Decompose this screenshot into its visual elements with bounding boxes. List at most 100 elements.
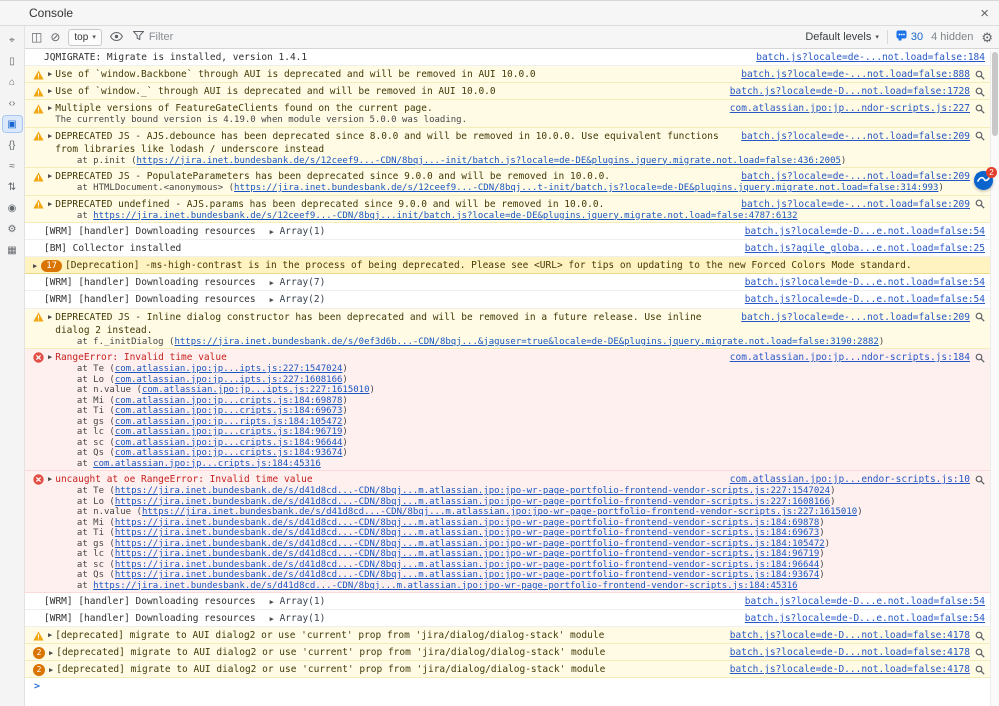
sidebar-network-icon[interactable]: ≈	[3, 158, 22, 174]
sidebar-performance-icon[interactable]: ⇅	[3, 179, 22, 195]
sidebar-console-icon[interactable]: ▣	[1, 115, 23, 133]
array-expander-icon[interactable]: ▶	[270, 615, 274, 623]
stack-trace-link[interactable]: com.atlassian.jpo:jp...cripts.js:184:967…	[115, 427, 343, 437]
search-icon[interactable]	[975, 475, 985, 485]
source-location-link[interactable]: batch.js?locale=de-D...e.not.load=false:…	[745, 596, 985, 607]
stack-trace-link[interactable]: com.atlassian.jpo:jp...cripts.js:184:453…	[93, 459, 321, 469]
console-sidebar-toggle-icon[interactable]: ◫	[31, 31, 42, 43]
stack-trace-link[interactable]: https://jira.inet.bundesbank.de/s/d41d8c…	[115, 549, 819, 559]
array-expander-icon[interactable]: ▶	[270, 598, 274, 606]
expander-icon[interactable]: ▶	[49, 648, 53, 659]
search-icon[interactable]	[975, 312, 985, 322]
expander-icon[interactable]: ▶	[48, 86, 52, 97]
stack-trace-link[interactable]: https://jira.inet.bundesbank.de/s/d41d8c…	[115, 497, 830, 507]
array-expander-icon[interactable]: ▶	[270, 228, 274, 236]
stack-trace-link[interactable]: https://jira.inet.bundesbank.de/s/0ef3d6…	[174, 337, 878, 347]
source-location-link[interactable]: batch.js?locale=de-D...not.load=false:17…	[730, 86, 970, 97]
sidebar-settings-icon[interactable]: ⚙	[3, 221, 22, 237]
array-expander-icon[interactable]: ▶	[270, 296, 274, 304]
stack-trace-link[interactable]: com.atlassian.jpo:jp...cripts.js:184:698…	[115, 396, 343, 406]
stack-trace-link[interactable]: com.atlassian.jpo:jp...ripts.js:184:1054…	[115, 417, 343, 427]
sidebar-sources-icon[interactable]: {}	[3, 137, 22, 153]
search-icon[interactable]	[975, 353, 985, 363]
array-preview[interactable]: Array(7)	[280, 277, 326, 288]
stack-trace-link[interactable]: https://jira.inet.bundesbank.de/s/12ceef…	[234, 183, 938, 193]
stack-trace-link[interactable]: com.atlassian.jpo:jp...cripts.js:184:696…	[115, 406, 343, 416]
stack-trace-link[interactable]: https://jira.inet.bundesbank.de/s/d41d8c…	[142, 507, 857, 517]
stack-trace-link[interactable]: https://jira.inet.bundesbank.de/s/d41d8c…	[115, 539, 825, 549]
source-location-link[interactable]: batch.js?locale=de-D...not.load=false:41…	[730, 647, 970, 658]
source-location-link[interactable]: com.atlassian.jpo:jp...ndor-scripts.js:2…	[730, 103, 970, 114]
source-location-link[interactable]: batch.js?agile_globa...e.not.load=false:…	[745, 243, 985, 254]
expander-icon[interactable]: ▶	[33, 261, 37, 272]
expander-icon[interactable]: ▶	[49, 665, 53, 676]
stack-trace-link[interactable]: com.atlassian.jpo:jp...cripts.js:184:936…	[115, 448, 343, 458]
sidebar-elements-icon[interactable]: ‹›	[3, 95, 22, 111]
array-preview[interactable]: Array(2)	[280, 294, 326, 305]
javascript-context-selector[interactable]: top ▾	[68, 28, 102, 46]
array-preview[interactable]: Array(1)	[280, 613, 326, 624]
source-location-link[interactable]: batch.js?locale=de-...not.load=false:209	[741, 131, 970, 142]
array-expander-icon[interactable]: ▶	[270, 279, 274, 287]
source-location-link[interactable]: batch.js?locale=de-...not.load=false:888	[741, 69, 970, 80]
sidebar-inspect-icon[interactable]: ⌖	[3, 32, 22, 48]
expander-icon[interactable]: ▶	[48, 171, 52, 182]
notification-widget[interactable]: 2	[974, 167, 997, 190]
stack-trace-link[interactable]: com.atlassian.jpo:jp...cripts.js:184:966…	[115, 438, 343, 448]
search-icon[interactable]	[975, 131, 985, 141]
source-location-link[interactable]: com.atlassian.jpo:jp...ndor-scripts.js:1…	[730, 352, 970, 363]
expander-icon[interactable]: ▶	[48, 131, 52, 142]
close-icon[interactable]: ×	[980, 6, 989, 21]
source-location-link[interactable]: com.atlassian.jpo:jp...endor-scripts.js:…	[730, 474, 970, 485]
search-icon[interactable]	[975, 70, 985, 80]
live-expression-eye-icon[interactable]	[109, 31, 123, 43]
stack-trace-link[interactable]: https://jira.inet.bundesbank.de/s/d41d8c…	[115, 528, 819, 538]
search-icon[interactable]	[975, 104, 985, 114]
filter-input[interactable]	[148, 31, 319, 43]
search-icon[interactable]	[975, 631, 985, 641]
stack-trace-link[interactable]: https://jira.inet.bundesbank.de/s/d41d8c…	[115, 560, 819, 570]
vertical-scrollbar[interactable]	[990, 50, 999, 706]
source-location-link[interactable]: batch.js?locale=de-...not.load=false:184	[756, 52, 985, 63]
sidebar-memory-icon[interactable]: ◉	[3, 200, 22, 216]
clear-console-icon[interactable]: ⊘	[50, 31, 60, 43]
source-location-link[interactable]: batch.js?locale=de-D...not.load=false:41…	[730, 630, 970, 641]
stack-trace-link[interactable]: https://jira.inet.bundesbank.de/s/d41d8c…	[115, 570, 819, 580]
array-preview[interactable]: Array(1)	[280, 226, 326, 237]
expander-icon[interactable]: ▶	[48, 103, 52, 114]
source-location-link[interactable]: batch.js?locale=de-D...e.not.load=false:…	[745, 613, 985, 624]
expander-icon[interactable]: ▶	[48, 352, 52, 363]
stack-trace-link[interactable]: com.atlassian.jpo:jp...ipts.js:227:16150…	[142, 385, 370, 395]
expander-icon[interactable]: ▶	[48, 474, 52, 485]
search-icon[interactable]	[975, 648, 985, 658]
stack-trace-link[interactable]: https://jira.inet.bundesbank.de/s/d41d8c…	[115, 518, 819, 528]
source-location-link[interactable]: batch.js?locale=de-D...e.not.load=false:…	[745, 277, 985, 288]
stack-trace-link[interactable]: com.atlassian.jpo:jp...ipts.js:227:16081…	[115, 375, 343, 385]
stack-trace-link[interactable]: https://jira.inet.bundesbank.de/s/d41d8c…	[93, 581, 797, 591]
source-location-link[interactable]: batch.js?locale=de-D...e.not.load=false:…	[745, 294, 985, 305]
scrollbar-thumb[interactable]	[992, 52, 998, 136]
array-preview[interactable]: Array(1)	[280, 596, 326, 607]
expander-icon[interactable]: ▶	[48, 199, 52, 210]
source-location-link[interactable]: batch.js?locale=de-...not.load=false:209	[741, 171, 970, 182]
stack-trace-link[interactable]: https://jira.inet.bundesbank.de/s/12ceef…	[137, 156, 841, 166]
hidden-messages-count[interactable]: 4 hidden	[931, 31, 973, 43]
stack-trace-link[interactable]: https://jira.inet.bundesbank.de/s/d41d8c…	[115, 486, 830, 496]
stack-trace-link[interactable]: https://jira.inet.bundesbank.de/s/12ceef…	[93, 211, 797, 221]
source-location-link[interactable]: batch.js?locale=de-D...e.not.load=false:…	[745, 226, 985, 237]
console-settings-icon[interactable]: ⚙	[981, 31, 993, 44]
issues-counter[interactable]: 30	[896, 30, 923, 44]
stack-trace-link[interactable]: com.atlassian.jpo:jp...ipts.js:227:15470…	[115, 364, 343, 374]
source-location-link[interactable]: batch.js?locale=de-D...not.load=false:41…	[730, 664, 970, 675]
search-icon[interactable]	[975, 87, 985, 97]
source-location-link[interactable]: batch.js?locale=de-...not.load=false:209	[741, 312, 970, 323]
expander-icon[interactable]: ▶	[48, 312, 52, 323]
sidebar-storage-icon[interactable]: ▦	[3, 242, 22, 258]
source-location-link[interactable]: batch.js?locale=de-...not.load=false:209	[741, 199, 970, 210]
console-prompt[interactable]: >	[25, 678, 999, 695]
search-icon[interactable]	[975, 665, 985, 675]
expander-icon[interactable]: ▶	[48, 69, 52, 80]
search-icon[interactable]	[975, 199, 985, 209]
sidebar-device-emulation-icon[interactable]: ▯	[3, 53, 22, 69]
expander-icon[interactable]: ▶	[48, 630, 52, 641]
